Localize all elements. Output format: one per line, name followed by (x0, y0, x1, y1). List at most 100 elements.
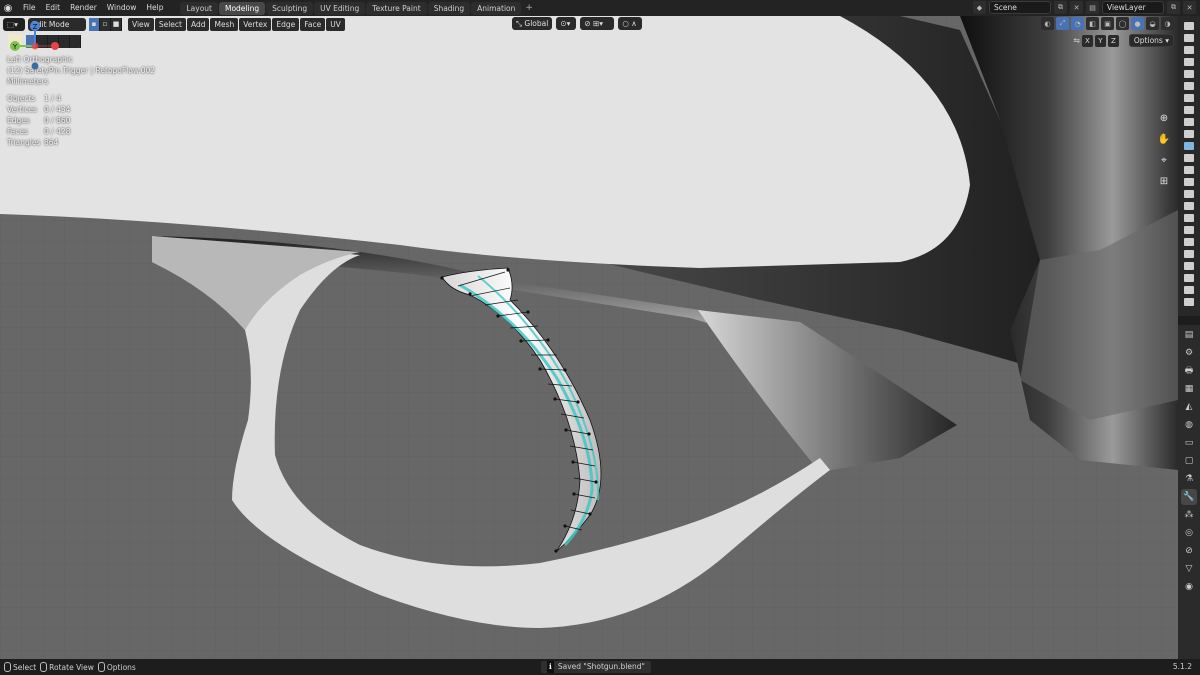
tab-layout[interactable]: Layout (180, 1, 218, 15)
camera-icon[interactable] (1184, 94, 1194, 102)
camera-icon[interactable] (1184, 142, 1194, 150)
menu-face[interactable]: Face (300, 17, 326, 31)
vertex-select-icon[interactable]: ▪ (89, 17, 100, 31)
view-layer-icon[interactable]: ▤ (1086, 1, 1099, 14)
camera-icon[interactable] (1184, 70, 1194, 78)
camera-icon[interactable] (1184, 250, 1194, 258)
mirror-z-button[interactable]: Z (1107, 34, 1119, 47)
modifiers-wrench-icon[interactable]: 🔧 (1181, 489, 1197, 505)
camera-icon[interactable] (1184, 298, 1194, 306)
world-tab-icon[interactable]: ◍ (1181, 417, 1197, 433)
particles-tab-icon[interactable]: ⁂ (1181, 507, 1197, 523)
camera-icon[interactable] (1184, 130, 1194, 138)
tab-sculpting[interactable]: Sculpting (266, 1, 314, 15)
orientation-dropdown[interactable]: ⤡ Global (512, 17, 553, 30)
proportional-edit-toggle[interactable]: ○ ∧ (618, 17, 643, 30)
delete-scene-icon[interactable]: ✕ (1070, 1, 1083, 14)
options-dropdown[interactable]: Options ▾ (1128, 34, 1174, 47)
menu-render[interactable]: Render (65, 0, 102, 16)
menu-window[interactable]: Window (102, 0, 142, 16)
edge-select-icon[interactable]: ▫ (100, 17, 111, 31)
constraints-tab-icon[interactable]: ⊘ (1181, 543, 1197, 559)
blender-logo-icon[interactable]: ◉ (0, 0, 16, 16)
pivot-dropdown[interactable]: ⊙▾ (556, 17, 577, 30)
copy-scene-icon[interactable]: ⧉ (1054, 1, 1067, 14)
camera-icon[interactable] (1184, 238, 1194, 246)
camera-icon[interactable] (1184, 262, 1194, 270)
menu-uv[interactable]: UV (326, 17, 345, 31)
tab-animation[interactable]: Animation (471, 1, 522, 15)
camera-icon[interactable] (1184, 214, 1194, 222)
menu-select[interactable]: Select (154, 17, 186, 31)
tab-shading[interactable]: Shading (427, 1, 471, 15)
camera-icon[interactable] (1184, 190, 1194, 198)
face-select-icon[interactable]: ■ (111, 17, 122, 31)
solid-shading-icon[interactable]: ● (1131, 17, 1144, 30)
zoom-icon[interactable]: ⊕ (1156, 110, 1172, 126)
mirror-y-button[interactable]: Y (1094, 34, 1106, 47)
tab-modeling[interactable]: Modeling (218, 1, 266, 15)
status-report[interactable]: ℹ Saved "Shotgun.blend" (541, 661, 651, 673)
camera-icon[interactable] (1184, 274, 1194, 282)
view-layer-tab-icon[interactable]: ▦ (1181, 381, 1197, 397)
delete-layer-icon[interactable]: ✕ (1183, 1, 1196, 14)
gizmo-toggle-icon[interactable]: ⤢ (1056, 17, 1069, 30)
overlay-toggle-icon[interactable]: ◔ (1071, 17, 1084, 30)
camera-icon[interactable] (1184, 22, 1194, 30)
camera-icon[interactable] (1184, 106, 1194, 114)
modifier-tab-icon[interactable]: ⚗ (1181, 471, 1197, 487)
material-shading-icon[interactable]: ◒ (1146, 17, 1159, 30)
camera-icon[interactable] (1184, 34, 1194, 42)
ortho-grid-icon[interactable]: ⊞ (1156, 173, 1172, 189)
tool-tab-icon[interactable]: ▤ (1181, 327, 1197, 343)
menu-edit[interactable]: Edit (41, 0, 66, 16)
xray-icon[interactable]: ▣ (1101, 17, 1114, 30)
pan-hand-icon[interactable]: ✋ (1156, 131, 1172, 147)
copy-layer-icon[interactable]: ⧉ (1167, 1, 1180, 14)
add-workspace-button[interactable]: + (525, 3, 533, 13)
gizmo-neg-z-handle[interactable] (31, 62, 39, 70)
camera-icon[interactable] (1184, 46, 1194, 54)
scene-tab-icon[interactable]: ◭ (1181, 399, 1197, 415)
physics-tab-icon[interactable]: ◎ (1181, 525, 1197, 541)
material-tab-icon[interactable]: ◉ (1181, 579, 1197, 595)
camera-icon[interactable] (1184, 154, 1194, 162)
mesh-overlay-icon[interactable]: ◧ (1086, 17, 1099, 30)
menu-vertex[interactable]: Vertex (239, 17, 272, 31)
menu-view[interactable]: View (128, 17, 154, 31)
tab-uv-editing[interactable]: UV Editing (314, 1, 366, 15)
gizmo-x-handle[interactable] (51, 42, 59, 50)
collection-tab-icon[interactable]: ▭ (1181, 435, 1197, 451)
menu-file[interactable]: File (18, 0, 41, 16)
tab-texture-paint[interactable]: Texture Paint (366, 1, 427, 15)
gizmo-neg-x-handle[interactable] (31, 42, 39, 50)
camera-icon[interactable] (1184, 166, 1194, 174)
camera-icon[interactable] (1184, 118, 1194, 126)
snap-toggle[interactable]: ⊘ ⊞▾ (580, 17, 615, 30)
camera-icon[interactable] (1184, 202, 1194, 210)
select-intersect-icon[interactable] (70, 34, 81, 48)
scene-field[interactable]: Scene (989, 1, 1051, 14)
camera-icon[interactable] (1184, 82, 1194, 90)
menu-help[interactable]: Help (141, 0, 168, 16)
output-tab-icon[interactable]: 🖶 (1181, 363, 1197, 379)
scene-icon[interactable]: ◆ (973, 1, 986, 14)
wireframe-shading-icon[interactable]: ◯ (1116, 17, 1129, 30)
menu-mesh[interactable]: Mesh (210, 17, 239, 31)
menu-edge[interactable]: Edge (272, 17, 300, 31)
rendered-shading-icon[interactable]: ◑ (1161, 17, 1174, 30)
navigation-gizmo[interactable]: Z Y (0, 16, 70, 76)
3d-viewport[interactable]: ⬚▾ Edit Mode ▪ ▫ ■ View Select Add Mesh … (0, 16, 1178, 659)
visibility-icon[interactable]: ◐ (1041, 17, 1054, 30)
object-tab-icon[interactable]: ▢ (1181, 453, 1197, 469)
mirror-x-button[interactable]: X (1081, 34, 1093, 47)
view-layer-field[interactable]: ViewLayer (1102, 1, 1164, 14)
camera-icon[interactable] (1184, 58, 1194, 66)
camera-icon[interactable] (1184, 286, 1194, 294)
camera-view-icon[interactable]: ⌖ (1156, 152, 1172, 168)
camera-icon[interactable] (1184, 226, 1194, 234)
menu-add[interactable]: Add (186, 17, 210, 31)
render-tab-icon[interactable]: ⚙ (1181, 345, 1197, 361)
data-tab-icon[interactable]: ▽ (1181, 561, 1197, 577)
camera-icon[interactable] (1184, 178, 1194, 186)
